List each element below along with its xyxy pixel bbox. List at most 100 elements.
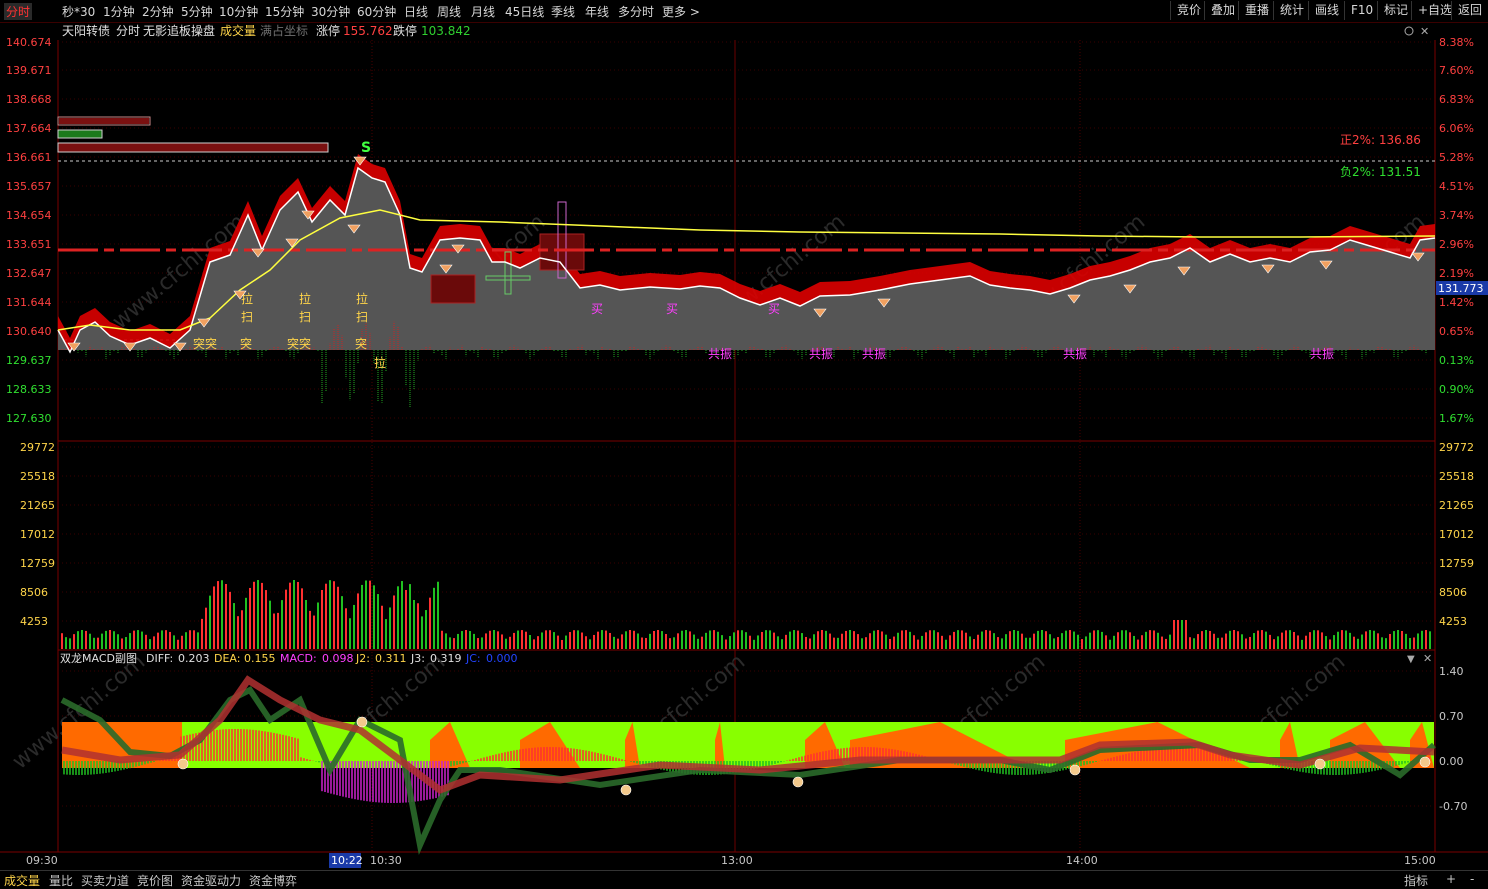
time-label: 13:00 [721, 854, 753, 867]
current-price-value: 131.773 [1438, 282, 1484, 295]
limit-up-label: 涨停 [316, 23, 340, 38]
percent-tick-label: 0.65% [1439, 325, 1474, 338]
period-tab-1min[interactable]: 1分钟 [103, 3, 135, 20]
hand-pointer-icon [1069, 764, 1081, 776]
period-tab-fenshi[interactable]: 分时 [4, 3, 33, 20]
overlay-button[interactable]: 叠加 [1204, 1, 1241, 20]
period-toolbar: 分时 秒*30 1分钟 2分钟 5分钟 10分钟 15分钟 30分钟 60分钟 … [0, 0, 1488, 23]
hand-pointer-icon [792, 776, 804, 788]
resonance-signal: 共振 [1063, 347, 1087, 361]
percent-tick-label: 2.19% [1439, 267, 1474, 280]
intraday-chart[interactable]: www.cfchi.com www.cfchi.com www.cfchi.co… [0, 22, 1488, 870]
diff-value: 0.203 [178, 652, 210, 665]
tab-fund-drive[interactable]: 资金驱动力 [181, 872, 241, 889]
tab-buy-sell-power[interactable]: 买卖力道 [81, 872, 129, 889]
volume-tick-label: 21265 [20, 499, 55, 512]
close-icon[interactable]: ✕ [1420, 25, 1429, 38]
back-button[interactable]: 返回 [1451, 1, 1488, 20]
volume-tick-label: 25518 [20, 470, 55, 483]
jc-value: 0.000 [486, 652, 518, 665]
percent-tick-label: 0.13% [1439, 354, 1474, 367]
period-tab-more[interactable]: 更多 > [662, 3, 700, 20]
buy-signal: 买 [591, 302, 603, 316]
percent-tick-label: 7.60% [1439, 64, 1474, 77]
volume-tick-label: 29772 [20, 441, 55, 454]
tab-volume[interactable]: 成交量 [4, 872, 40, 889]
macd-tick-label: 1.40 [1439, 665, 1464, 678]
hand-pointer-icon [1419, 756, 1431, 768]
level-bar-3 [57, 142, 329, 153]
volume-tick-label: 17012 [1439, 528, 1474, 541]
s-signal: S [361, 140, 371, 156]
price-tick-label: 136.661 [6, 151, 52, 164]
period-tab-2min[interactable]: 2分钟 [142, 3, 174, 20]
price-tick-label: 135.657 [6, 180, 52, 193]
tab-volume-ratio[interactable]: 量比 [49, 872, 73, 889]
volume-tick-label: 4253 [1439, 615, 1467, 628]
resonance-signal: 共振 [809, 347, 833, 361]
volume-tick-label: 4253 [20, 615, 48, 628]
period-tab-45day[interactable]: 45日线 [505, 3, 544, 20]
tu-signal: 突 [240, 336, 252, 351]
time-label: 09:30 [26, 854, 58, 867]
percent-tick-label: 0.90% [1439, 383, 1474, 396]
mark-button[interactable]: 标记 [1377, 1, 1414, 20]
period-tab-season[interactable]: 季线 [551, 3, 575, 20]
percent-axis-right: 8.38% 7.60% 6.83% 6.06% 5.28% 4.51% 3.74% 2.96%… [1439, 36, 1474, 425]
indicator-button[interactable]: 指标 [1404, 872, 1428, 889]
buy-signal: 买 [768, 302, 780, 316]
limit-down-value: 103.842 [421, 24, 471, 38]
price-tick-label: 127.630 [6, 412, 52, 425]
sao-signal: 扫 [356, 310, 368, 324]
period-tab-sec30[interactable]: 秒*30 [62, 3, 95, 20]
price-tick-label: 131.644 [6, 296, 52, 309]
macd-tick-label: -0.70 [1439, 800, 1467, 813]
chevron-down-icon[interactable]: ▼ [1407, 654, 1415, 665]
replay-button[interactable]: 重播 [1238, 1, 1275, 20]
hand-pointer-icon [620, 784, 632, 796]
close-icon[interactable]: ✕ [1423, 652, 1432, 665]
period-tab-month[interactable]: 月线 [471, 3, 495, 20]
macd-header: 双龙MACD副图 DIFF: 0.203 DEA: 0.155 MACD: 0.… [60, 652, 518, 665]
stats-button[interactable]: 统计 [1273, 1, 1310, 20]
tab-fund-game[interactable]: 资金博弈 [249, 872, 297, 889]
period-tab-multi[interactable]: 多分时 [618, 3, 654, 20]
level-bars [57, 116, 329, 153]
price-tick-label: 130.640 [6, 325, 52, 338]
period-tab-week[interactable]: 周线 [437, 3, 461, 20]
price-tick-label: 139.671 [6, 64, 52, 77]
time-label: 14:00 [1066, 854, 1098, 867]
auction-button[interactable]: 竞价 [1170, 1, 1207, 20]
volume-tick-label: 8506 [20, 586, 48, 599]
settings-icon[interactable] [1404, 26, 1414, 36]
period-tab-15min[interactable]: 15分钟 [265, 3, 304, 20]
hand-pointer-icon [177, 758, 189, 770]
price-axis-left: 140.674 139.671 138.668 137.664 136.661 135.6… [6, 36, 52, 425]
resonance-signal: 共振 [862, 347, 886, 361]
level-bar-1-fill [59, 118, 149, 124]
cursor-time: 10:22 [331, 854, 363, 867]
period-tab-30min[interactable]: 30分钟 [311, 3, 350, 20]
period-tab-day[interactable]: 日线 [404, 3, 428, 20]
security-name: 天阳转债 [62, 23, 110, 38]
tab-auction-chart[interactable]: 竞价图 [137, 872, 173, 889]
period-tab-5min[interactable]: 5分钟 [181, 3, 213, 20]
f10-button[interactable]: F10 [1344, 1, 1379, 20]
price-tick-label: 134.654 [6, 209, 52, 222]
period-tab-year[interactable]: 年线 [585, 3, 609, 20]
volume-tick-label: 25518 [1439, 470, 1474, 483]
buy-signal: 买 [666, 302, 678, 316]
price-tick-label: 128.633 [6, 383, 52, 396]
time-label: 15:00 [1404, 854, 1436, 867]
zoom-out-button[interactable]: - [1470, 872, 1474, 886]
period-tab-60min[interactable]: 60分钟 [357, 3, 396, 20]
period-tab-10min[interactable]: 10分钟 [219, 3, 258, 20]
percent-tick-label: 3.74% [1439, 209, 1474, 222]
percent-tick-label: 5.28% [1439, 151, 1474, 164]
resonance-signal: 共振 [708, 347, 732, 361]
j2-value: 0.311 [375, 652, 407, 665]
zoom-in-button[interactable]: + [1446, 872, 1456, 886]
mode-label: 分时 [116, 24, 140, 38]
volume-tick-label: 12759 [1439, 557, 1474, 570]
draw-line-button[interactable]: 画线 [1308, 1, 1345, 20]
